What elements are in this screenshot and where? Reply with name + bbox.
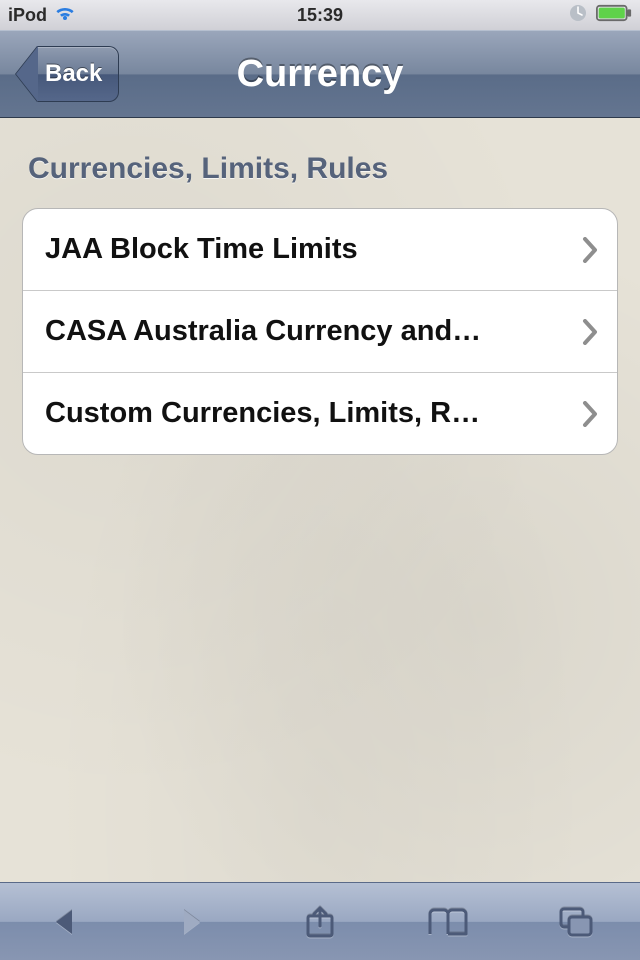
list-item-label: Custom Currencies, Limits, R… bbox=[45, 397, 480, 430]
bookmarks-button[interactable] bbox=[416, 898, 480, 946]
carrier-label: iPod bbox=[8, 5, 47, 26]
share-button[interactable] bbox=[288, 898, 352, 946]
nav-forward-button[interactable] bbox=[160, 898, 224, 946]
clock-label: 15:39 bbox=[297, 5, 343, 26]
battery-icon bbox=[596, 4, 632, 27]
browser-toolbar bbox=[0, 882, 640, 960]
nav-bar: Back Currency bbox=[0, 30, 640, 118]
list-item-jaa-block-time-limits[interactable]: JAA Block Time Limits bbox=[23, 209, 617, 291]
list-item-casa-australia-currency[interactable]: CASA Australia Currency and… bbox=[23, 291, 617, 373]
activity-icon bbox=[568, 3, 588, 28]
back-arrow-icon bbox=[16, 46, 38, 102]
chevron-right-icon bbox=[581, 237, 599, 263]
chevron-right-icon bbox=[581, 319, 599, 345]
back-label: Back bbox=[45, 60, 102, 88]
status-bar: iPod 15:39 bbox=[0, 0, 640, 30]
chevron-right-icon bbox=[581, 401, 599, 427]
nav-back-button[interactable] bbox=[32, 898, 96, 946]
section-header: Currencies, Limits, Rules bbox=[28, 152, 612, 186]
wifi-icon bbox=[53, 4, 77, 27]
tabs-button[interactable] bbox=[544, 898, 608, 946]
content-area: Currencies, Limits, Rules JAA Block Time… bbox=[0, 118, 640, 882]
back-button[interactable]: Back bbox=[16, 46, 119, 102]
currency-list: JAA Block Time Limits CASA Australia Cur… bbox=[22, 208, 618, 455]
list-item-label: CASA Australia Currency and… bbox=[45, 315, 481, 348]
page-title: Currency bbox=[237, 53, 404, 96]
list-item-label: JAA Block Time Limits bbox=[45, 233, 358, 266]
list-item-custom-currencies-limits[interactable]: Custom Currencies, Limits, R… bbox=[23, 373, 617, 454]
